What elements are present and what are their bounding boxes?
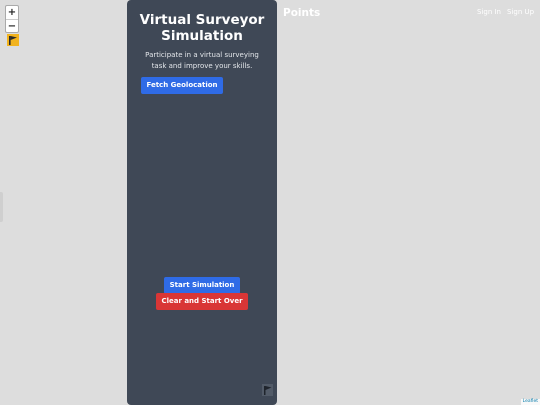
side-handle[interactable] [0,192,3,222]
zoom-out-button[interactable]: − [6,19,18,32]
simulation-panel: Virtual Surveyor Simulation Participate … [127,0,277,405]
panel-title: Virtual Surveyor Simulation [139,12,265,44]
flag-icon [262,384,273,396]
map-attribution[interactable]: Leaflet [520,399,540,405]
sign-in-link[interactable]: Sign In [477,8,501,16]
clear-start-over-button[interactable]: Clear and Start Over [156,293,248,310]
flag-icon[interactable] [7,34,19,46]
panel-description: Participate in a virtual surveying task … [145,51,259,70]
sign-up-link[interactable]: Sign Up [507,8,534,16]
fetch-geolocation-button[interactable]: Fetch Geolocation [141,77,223,94]
brand-title[interactable]: Points [283,7,320,19]
zoom-control: + − [5,5,19,33]
start-simulation-button[interactable]: Start Simulation [164,277,240,294]
map-canvas[interactable]: + − Virtual Surveyor Simulation Particip… [0,0,540,405]
zoom-in-button[interactable]: + [6,6,18,19]
